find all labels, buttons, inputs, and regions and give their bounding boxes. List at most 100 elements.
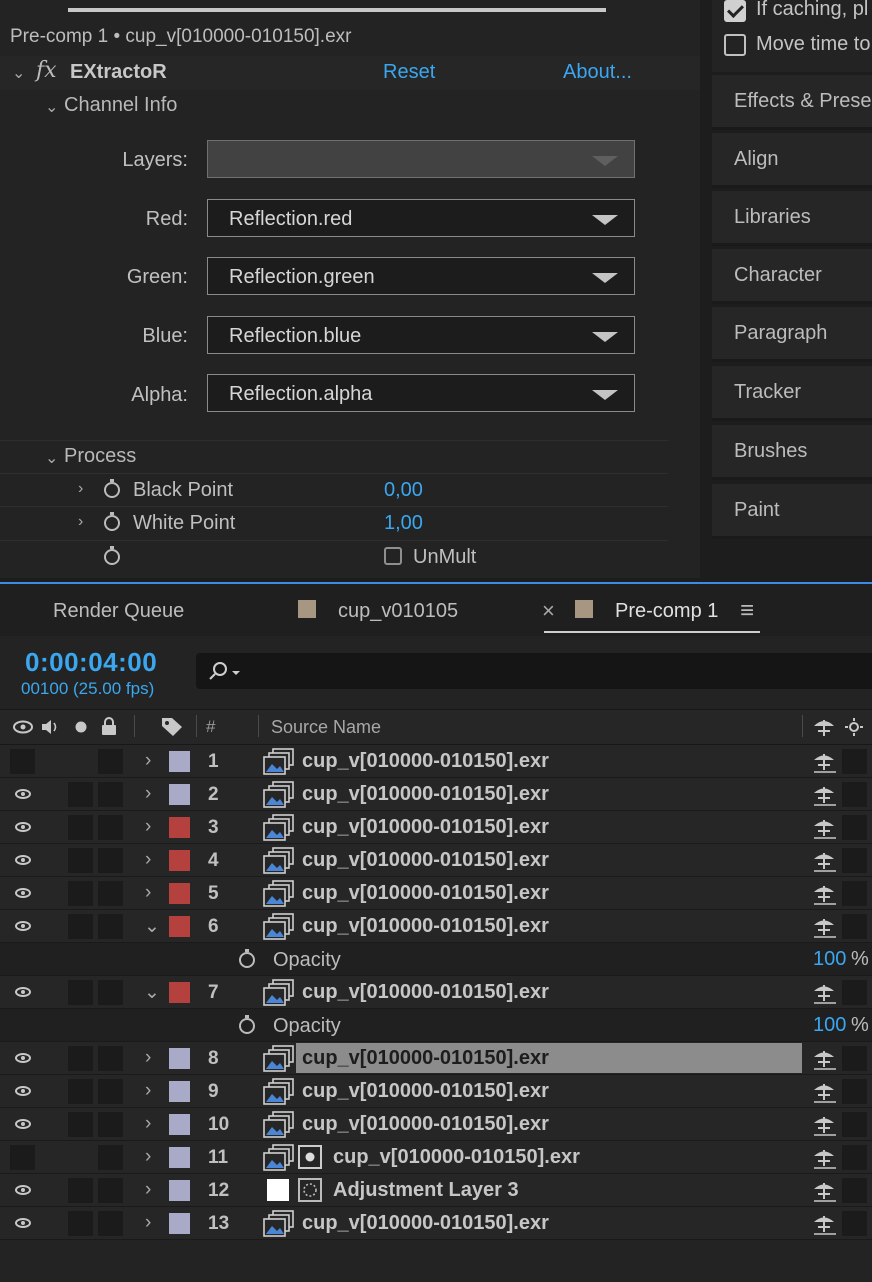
eye-visibility-icon[interactable] [15,1119,31,1129]
layer-name[interactable]: cup_v[010000-010150].exr [302,750,549,773]
expand-chevron-icon[interactable]: › [145,1179,151,1201]
eye-visibility-icon[interactable] [15,855,31,865]
visibility-toggle[interactable] [10,749,35,774]
layer-label-color[interactable] [169,982,190,1003]
solo-toggle[interactable] [68,1079,93,1104]
solo-toggle[interactable] [68,914,93,939]
switch-cell[interactable] [842,815,867,840]
solo-toggle[interactable] [68,782,93,807]
layer-label-color[interactable] [169,1048,190,1069]
shy-switch-icon[interactable] [812,816,838,840]
lock-toggle[interactable] [98,1112,123,1137]
stopwatch-icon[interactable] [239,949,255,968]
switch-cell[interactable] [842,980,867,1005]
expand-chevron-icon[interactable]: › [145,882,151,904]
expand-chevron-icon[interactable]: › [145,1113,151,1135]
shy-switch-icon[interactable] [812,1179,838,1203]
solo-toggle[interactable] [68,1178,93,1203]
close-icon[interactable]: × [542,598,555,624]
switch-cell[interactable] [842,1178,867,1203]
stopwatch-icon[interactable] [104,546,120,565]
layer-name[interactable]: Adjustment Layer 3 [333,1179,519,1202]
lock-toggle[interactable] [98,1079,123,1104]
shy-switch-icon[interactable] [812,1146,838,1170]
lock-toggle[interactable] [98,1178,123,1203]
panel-effects-presets[interactable]: Effects & Prese [712,75,872,130]
switch-cell[interactable] [842,914,867,939]
panel-align[interactable]: Align [712,133,872,188]
lock-toggle[interactable] [98,815,123,840]
eye-visibility-icon[interactable] [15,822,31,832]
solo-toggle[interactable] [68,848,93,873]
solo-toggle[interactable] [68,980,93,1005]
expand-chevron-icon[interactable]: › [145,1146,151,1168]
opacity-value[interactable]: 100 [813,948,846,971]
layer-name[interactable]: cup_v[010000-010150].exr [302,1080,549,1103]
solo-toggle[interactable] [68,1211,93,1236]
panel-paragraph[interactable]: Paragraph [712,307,872,362]
fx-toggle-icon[interactable]: fx [36,58,57,83]
lock-toggle[interactable] [98,881,123,906]
layer-name[interactable]: cup_v[010000-010150].exr [302,882,549,905]
shy-switch-icon[interactable] [812,1047,838,1071]
stopwatch-icon[interactable] [239,1015,255,1034]
panel-tracker[interactable]: Tracker [712,366,872,421]
expand-chevron-icon[interactable]: › [145,849,151,871]
switch-cell[interactable] [842,749,867,774]
effect-expand-chevron-icon[interactable]: ⌄ [12,63,25,83]
switch-cell[interactable] [842,1145,867,1170]
layer-name[interactable]: cup_v[010000-010150].exr [302,1047,549,1070]
switch-cell[interactable] [842,1046,867,1071]
solo-toggle[interactable] [68,815,93,840]
panel-brushes[interactable]: Brushes [712,425,872,480]
switch-cell[interactable] [842,1079,867,1104]
eye-visibility-icon[interactable] [15,888,31,898]
switch-cell[interactable] [842,848,867,873]
shy-switch-icon[interactable] [812,1113,838,1137]
layer-name[interactable]: cup_v[010000-010150].exr [302,1212,549,1235]
layer-label-color[interactable] [169,1081,190,1102]
layer-label-color[interactable] [169,1213,190,1234]
unmult-checkbox[interactable] [384,547,402,565]
solo-toggle[interactable] [68,881,93,906]
switch-cell[interactable] [842,1112,867,1137]
tab-render-queue[interactable]: Render Queue [53,600,184,623]
layer-label-color[interactable] [169,1147,190,1168]
shy-switch-icon[interactable] [812,882,838,906]
visibility-toggle[interactable] [10,1145,35,1170]
blue-dropdown[interactable]: Reflection.blue [207,316,635,354]
layer-name[interactable]: cup_v[010000-010150].exr [302,816,549,839]
lock-toggle[interactable] [98,1046,123,1071]
tab-pre-comp-1[interactable]: Pre-comp 1 [615,600,718,623]
eye-visibility-icon[interactable] [15,921,31,931]
collapse-chevron-icon[interactable]: ⌄ [144,981,160,1004]
tab-cup-v010105[interactable]: cup_v010105 [338,600,458,623]
if-caching-checkbox[interactable] [724,0,746,22]
layer-name[interactable]: cup_v[010000-010150].exr [302,849,549,872]
panel-libraries[interactable]: Libraries [712,191,872,246]
switch-cell[interactable] [842,1211,867,1236]
shy-switch-icon[interactable] [812,1080,838,1104]
lock-toggle[interactable] [98,980,123,1005]
white-point-value[interactable]: 1,00 [384,512,423,535]
column-source-name-header[interactable]: Source Name [271,717,381,738]
expand-chevron-icon[interactable]: › [145,816,151,838]
shy-switch-icon[interactable] [812,981,838,1005]
stopwatch-icon[interactable] [104,479,120,498]
lock-toggle[interactable] [98,848,123,873]
expand-chevron-icon[interactable]: › [145,1212,151,1234]
eye-visibility-icon[interactable] [15,789,31,799]
lock-toggle[interactable] [98,1211,123,1236]
reset-link[interactable]: Reset [383,61,435,84]
layer-name[interactable]: cup_v[010000-010150].exr [302,915,549,938]
process-group[interactable]: Process [64,445,136,468]
layer-label-color[interactable] [169,784,190,805]
collapse-chevron-icon[interactable]: ⌄ [144,915,160,938]
black-point-expand-icon[interactable]: › [78,480,83,498]
switch-cell[interactable] [842,782,867,807]
shy-switch-icon[interactable] [812,1212,838,1236]
panel-menu-icon[interactable]: ≡ [740,597,754,625]
move-time-checkbox[interactable] [724,34,746,56]
layer-label-color[interactable] [169,1114,190,1135]
layer-name[interactable]: cup_v[010000-010150].exr [302,1113,549,1136]
